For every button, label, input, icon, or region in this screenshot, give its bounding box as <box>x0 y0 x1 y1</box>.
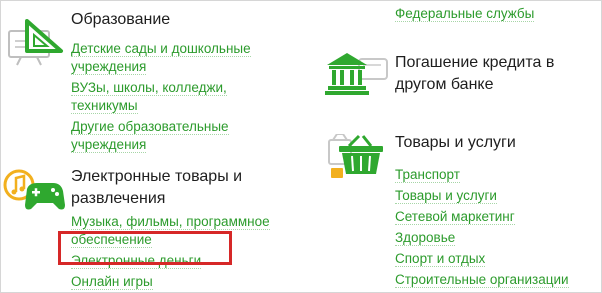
education-icon <box>7 17 67 73</box>
link-other-education[interactable]: Другие образовательные учреждения <box>71 119 229 153</box>
list-item: Транспорт <box>395 166 595 184</box>
list-item: Музыка, фильмы, программное обеспечение <box>71 213 301 249</box>
payment-categories-panel: Образование Детские сады и дошкольные уч… <box>0 0 602 293</box>
list-item: Спорт и отдых <box>395 250 595 268</box>
category-links: Федеральные службы <box>395 5 595 23</box>
link-music-movies-software[interactable]: Музыка, фильмы, программное обеспечение <box>71 214 270 248</box>
link-construction[interactable]: Строительные организации <box>395 272 569 288</box>
category-links: Транспорт Товары и услуги Сетевой маркет… <box>395 166 595 289</box>
list-item: Строительные организации <box>395 271 595 289</box>
link-health[interactable]: Здоровье <box>395 230 456 246</box>
left-column: Образование Детские сады и дошкольные уч… <box>1 1 301 292</box>
category-title: Погашение кредита в другом банке <box>395 54 555 93</box>
link-sport-leisure[interactable]: Спорт и отдых <box>395 251 486 267</box>
list-item: Здоровье <box>395 229 595 247</box>
list-item: Федеральные службы <box>395 5 595 23</box>
category-title: Образование <box>71 11 171 28</box>
link-online-games[interactable]: Онлайн игры <box>71 274 153 290</box>
gamepad-music-icon <box>3 167 65 223</box>
link-kindergartens[interactable]: Детские сады и дошкольные учреждения <box>71 41 251 75</box>
list-item: Онлайн игры <box>71 273 301 291</box>
link-federal-services[interactable]: Федеральные службы <box>395 6 535 22</box>
list-item: Сетевой маркетинг <box>395 208 595 226</box>
category-title: Товары и услуги <box>395 134 516 151</box>
link-network-marketing[interactable]: Сетевой маркетинг <box>395 209 515 225</box>
category-links: Музыка, фильмы, программное обеспечение … <box>71 213 301 291</box>
link-transport[interactable]: Транспорт <box>395 167 460 183</box>
right-column: Федеральные службы Погашение кредита в д… <box>319 1 601 292</box>
list-item: Электронные деньги <box>71 252 301 270</box>
bank-icon <box>323 49 388 105</box>
link-electronic-money[interactable]: Электронные деньги <box>71 253 202 269</box>
list-item: Детские сады и дошкольные учреждения <box>71 40 286 76</box>
shopping-basket-icon <box>325 133 385 190</box>
list-item: Товары и услуги <box>395 187 595 205</box>
link-universities-schools[interactable]: ВУЗы, школы, колледжи, техникумы <box>71 80 227 114</box>
list-item: ВУЗы, школы, колледжи, техникумы <box>71 79 286 115</box>
category-links: Детские сады и дошкольные учреждения ВУЗ… <box>71 40 286 154</box>
category-title: Электронные товары и развлечения <box>71 168 243 207</box>
list-item: Другие образовательные учреждения <box>71 118 286 154</box>
link-goods-services[interactable]: Товары и услуги <box>395 188 497 204</box>
